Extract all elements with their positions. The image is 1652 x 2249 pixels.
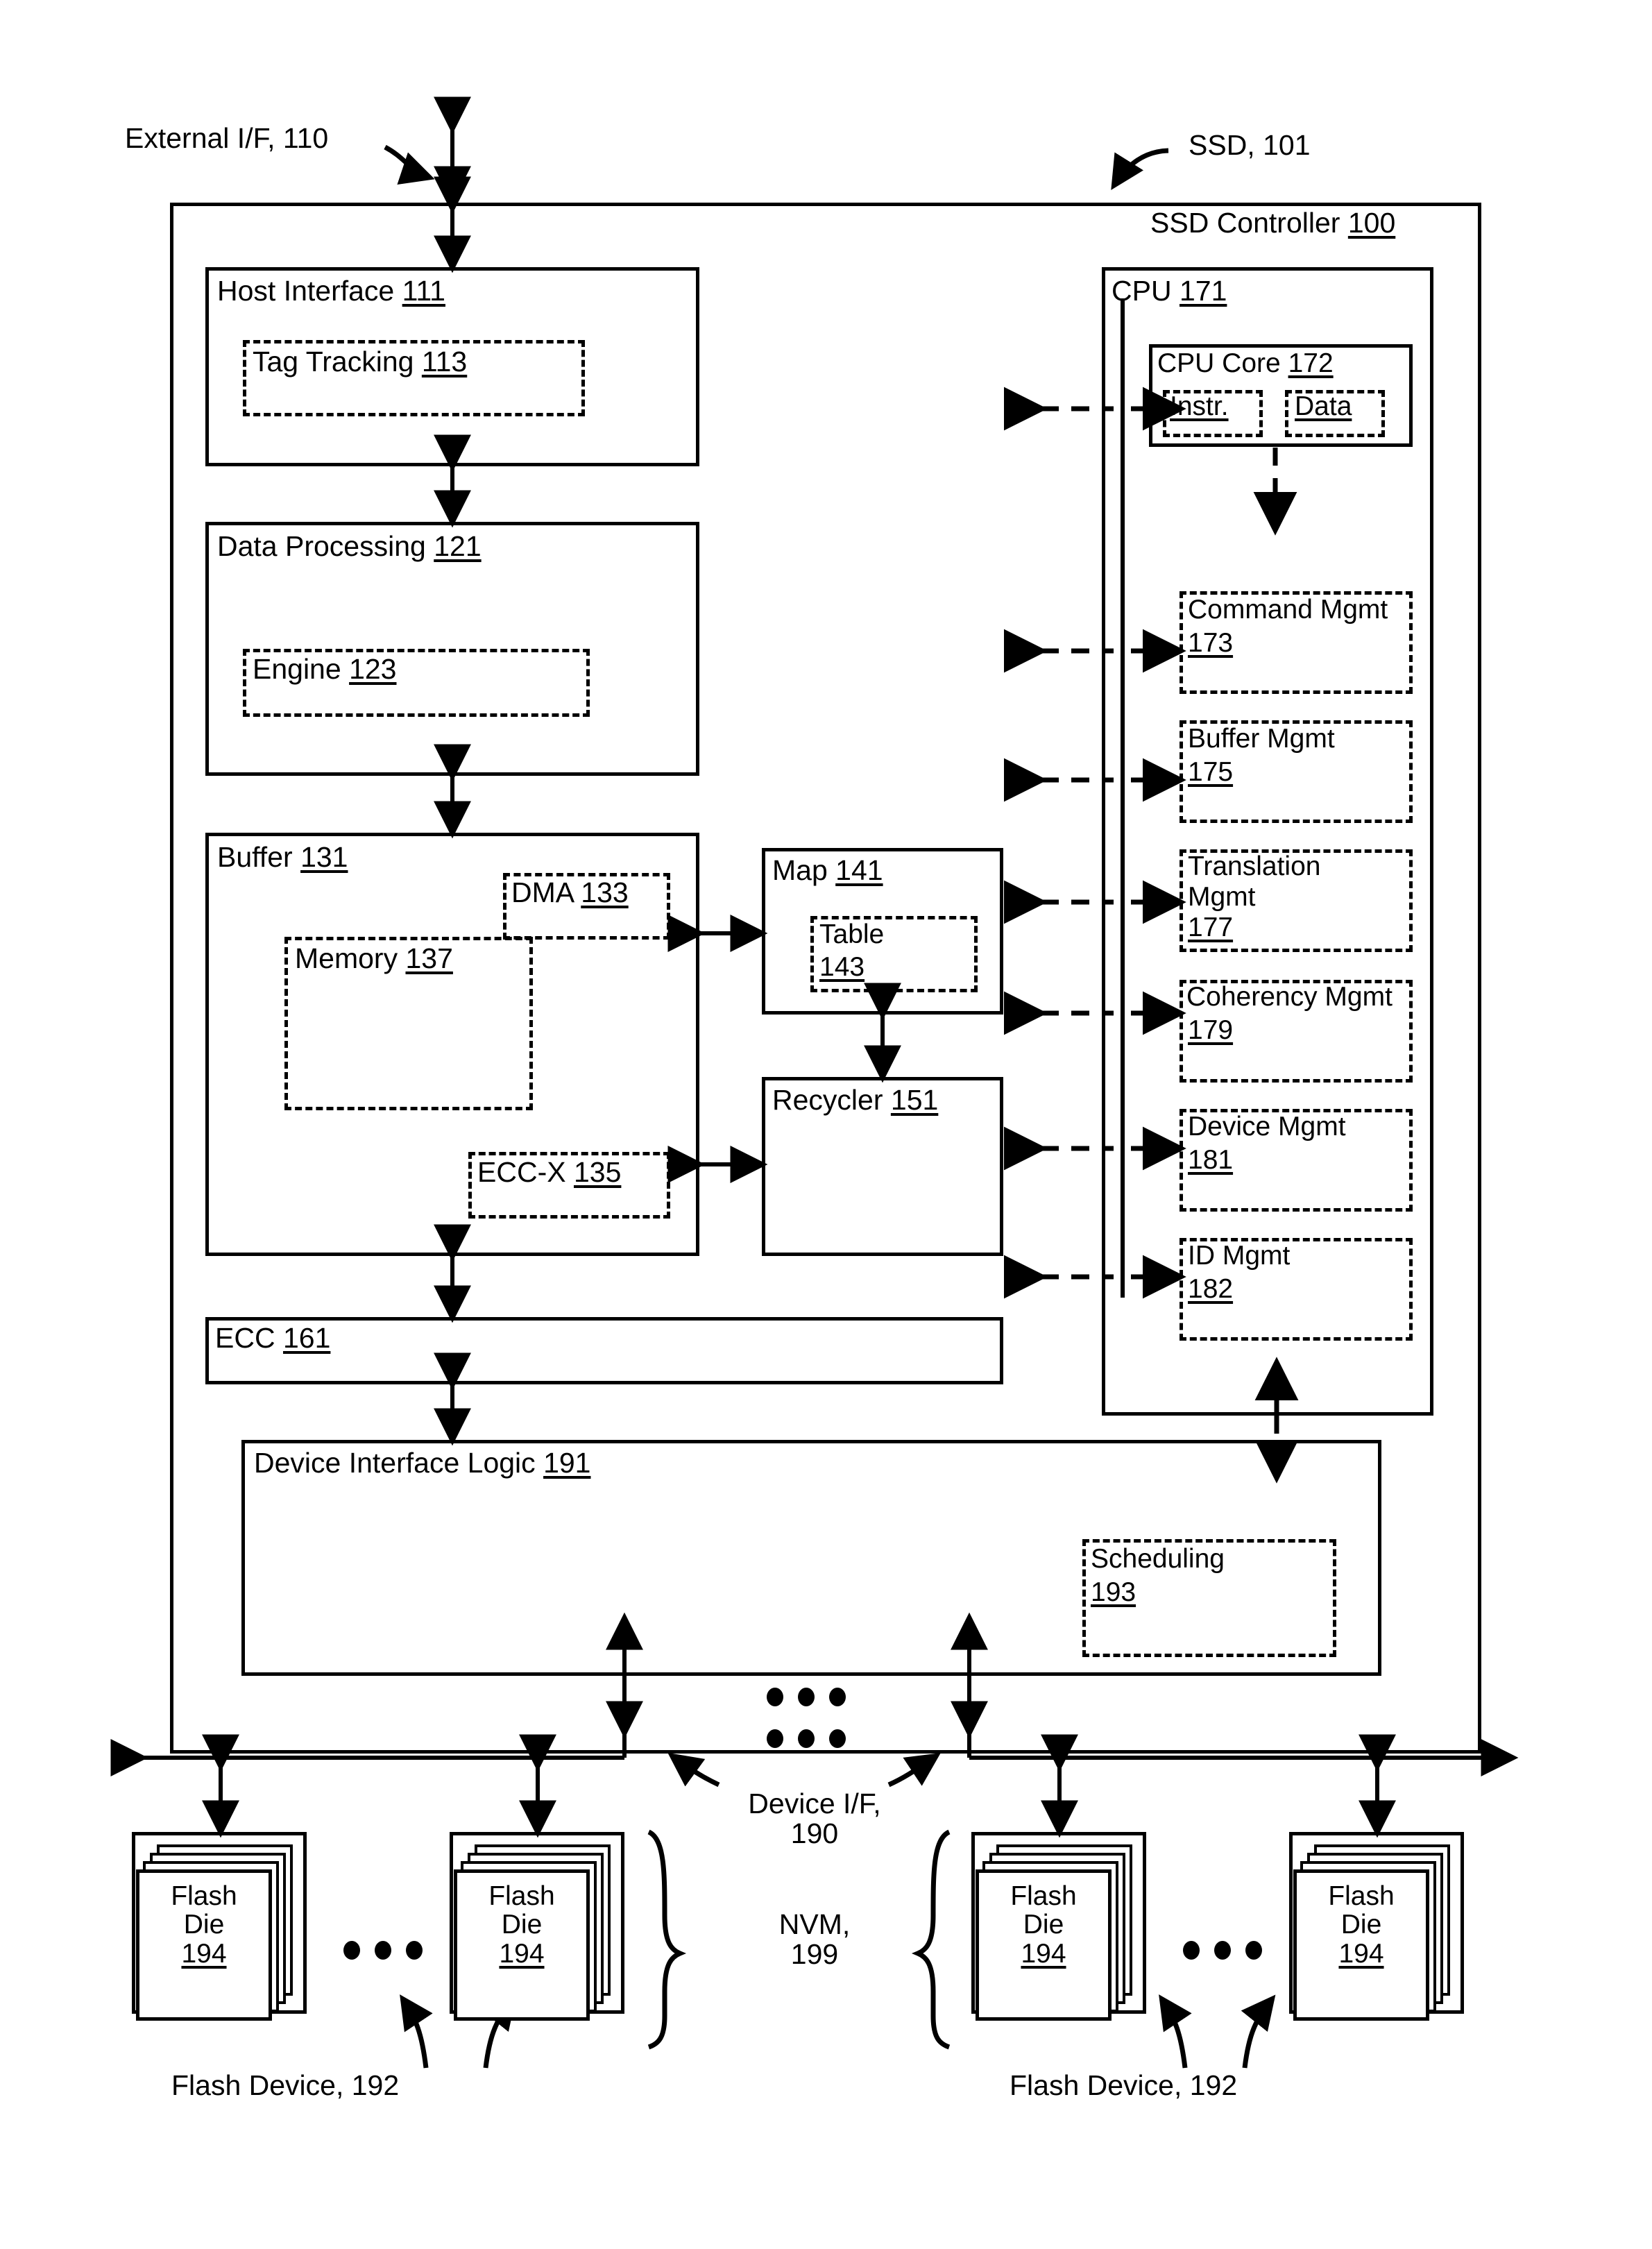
translation-mgmt-label-line2: Mgmt [1188, 882, 1256, 912]
engine-label: Engine 123 [253, 653, 397, 685]
flash-die-3-label: Flash Die 194 [1010, 1881, 1077, 1969]
tag-tracking-label: Tag Tracking 113 [253, 346, 468, 377]
scheduling-label-ref: 193 [1091, 1577, 1136, 1607]
memory-label: Memory 137 [295, 942, 453, 974]
device-interface-logic-label: Device Interface Logic 191 [254, 1447, 591, 1479]
flash-die-2-label: Flash Die 194 [488, 1881, 555, 1969]
ssd-label: SSD, 101 [1189, 129, 1311, 161]
translation-mgmt-label-line1: Translation [1188, 851, 1321, 881]
flash-device-right-label: Flash Device, 192 [1010, 2069, 1238, 2101]
patent-figure: SSD Controller 100 External I/F, 110 SSD… [0, 0, 1652, 2249]
coherency-mgmt-label-line1: Coherency Mgmt [1186, 982, 1393, 1012]
device-if-dots-top [767, 1688, 846, 1706]
buffer-label: Buffer 131 [217, 841, 348, 873]
device-mgmt-label-ref: 181 [1188, 1145, 1234, 1175]
translation-mgmt-label-ref: 177 [1188, 913, 1234, 942]
ssd-controller-label: SSD Controller 100 [1150, 207, 1396, 239]
id-mgmt-label-ref: 182 [1188, 1274, 1234, 1304]
scheduling-label-line1: Scheduling [1091, 1544, 1225, 1574]
ecc-x-label: ECC-X 135 [477, 1156, 622, 1188]
host-interface-label: Host Interface 111 [217, 275, 445, 307]
map-label: Map 141 [772, 854, 883, 886]
device-mgmt-label-line1: Device Mgmt [1188, 1112, 1346, 1142]
command-mgmt-label-line1: Command Mgmt [1188, 595, 1388, 625]
coherency-mgmt-label-ref: 179 [1188, 1015, 1234, 1045]
cpu-instr-label: Instr. [1170, 391, 1229, 421]
data-processing-label: Data Processing 121 [217, 530, 482, 562]
id-mgmt-label-line1: ID Mgmt [1188, 1241, 1291, 1271]
buffer-mgmt-label-line1: Buffer Mgmt [1188, 724, 1335, 754]
buffer-mgmt-label-ref: 175 [1188, 757, 1234, 787]
table-label-ref: 143 [819, 952, 865, 982]
flash-device-left-label: Flash Device, 192 [171, 2069, 400, 2101]
command-mgmt-label-ref: 173 [1188, 628, 1234, 658]
cpu-label: CPU 171 [1112, 275, 1227, 307]
dma-label: DMA 133 [511, 876, 629, 908]
device-if-dots-bottom [767, 1729, 846, 1748]
flash-device-right-dots [1183, 1941, 1262, 1960]
nvm-label: NVM, 199 [778, 1908, 851, 1971]
table-label-line1: Table [819, 919, 885, 949]
flash-die-4-label: Flash Die 194 [1328, 1881, 1395, 1969]
cpu-core-label: CPU Core 172 [1157, 348, 1334, 378]
cpu-data-label: Data [1295, 391, 1352, 421]
external-if-label: External I/F, 110 [125, 122, 329, 154]
ecc-label: ECC 161 [215, 1322, 331, 1354]
device-if-label: Device I/F, 190 [748, 1788, 881, 1850]
flash-device-left-dots [343, 1941, 423, 1960]
flash-die-1-label: Flash Die 194 [171, 1881, 237, 1969]
recycler-label: Recycler 151 [772, 1084, 939, 1116]
